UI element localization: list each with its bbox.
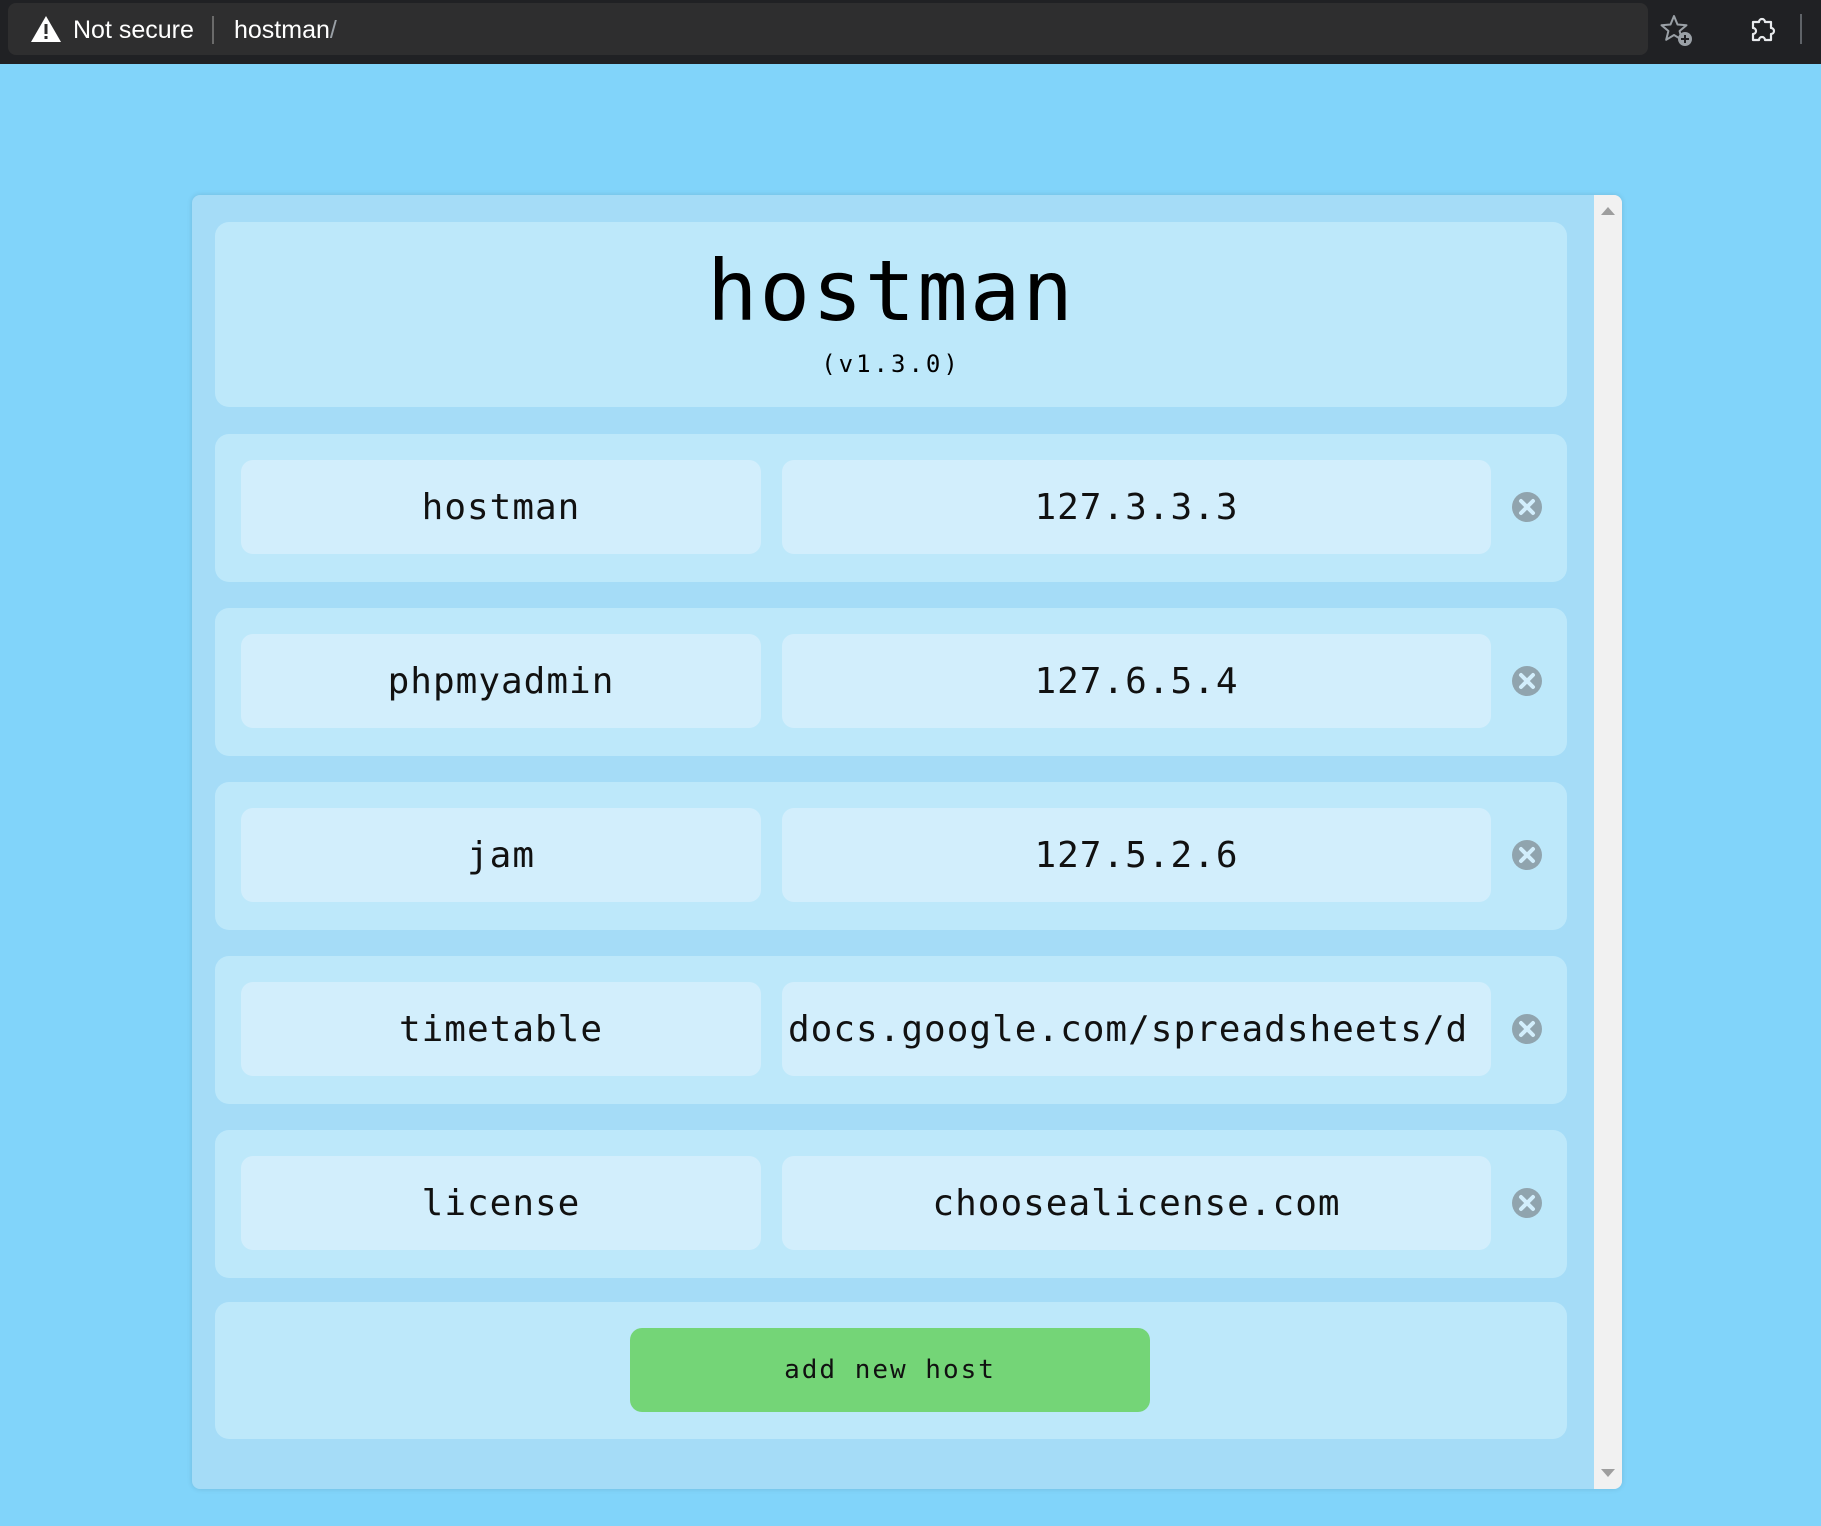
scroll-down-arrow-icon[interactable] bbox=[1601, 1469, 1615, 1477]
address-bar[interactable]: Not secure hostman/ bbox=[8, 3, 1648, 55]
url-text[interactable]: hostman/ bbox=[234, 16, 337, 45]
warning-icon[interactable] bbox=[30, 14, 62, 44]
extensions-puzzle-icon[interactable] bbox=[1745, 12, 1779, 46]
security-status[interactable]: Not secure bbox=[73, 16, 194, 45]
host-address-input[interactable] bbox=[782, 808, 1491, 902]
host-row bbox=[215, 1130, 1567, 1278]
delete-host-icon[interactable] bbox=[1511, 491, 1543, 523]
host-address-input[interactable] bbox=[782, 1156, 1491, 1250]
header-card: hostman (v1.3.0) bbox=[215, 222, 1567, 407]
delete-host-icon[interactable] bbox=[1511, 665, 1543, 697]
divider bbox=[212, 16, 214, 44]
delete-host-icon[interactable] bbox=[1511, 1013, 1543, 1045]
host-name-input[interactable] bbox=[241, 808, 761, 902]
app-title: hostman bbox=[706, 242, 1075, 340]
host-row bbox=[215, 608, 1567, 756]
scrollbar[interactable] bbox=[1594, 195, 1622, 1489]
host-name-input[interactable] bbox=[241, 634, 761, 728]
host-address-input[interactable] bbox=[782, 460, 1491, 554]
delete-host-icon[interactable] bbox=[1511, 1187, 1543, 1219]
host-address-input[interactable] bbox=[782, 982, 1491, 1076]
bookmark-star-icon[interactable] bbox=[1658, 12, 1694, 48]
main-panel: hostman (v1.3.0) hostman 127.3.3.3 phpmy… bbox=[192, 195, 1622, 1489]
host-name-input[interactable] bbox=[241, 1156, 761, 1250]
url-suffix: / bbox=[329, 16, 337, 44]
host-address-input[interactable] bbox=[782, 634, 1491, 728]
delete-host-icon[interactable] bbox=[1511, 839, 1543, 871]
add-new-host-button[interactable]: add new host bbox=[630, 1328, 1150, 1412]
host-name-input[interactable] bbox=[241, 460, 761, 554]
host-name-input[interactable] bbox=[241, 982, 761, 1076]
host-row bbox=[215, 956, 1567, 1104]
app-version: (v1.3.0) bbox=[821, 350, 961, 378]
browser-toolbar: Not secure hostman/ bbox=[0, 0, 1821, 64]
add-host-card: add new host bbox=[215, 1302, 1567, 1439]
url-host: hostman bbox=[234, 16, 330, 44]
host-row bbox=[215, 434, 1567, 582]
toolbar-divider bbox=[1800, 14, 1802, 44]
host-row bbox=[215, 782, 1567, 930]
scroll-up-arrow-icon[interactable] bbox=[1601, 207, 1615, 215]
